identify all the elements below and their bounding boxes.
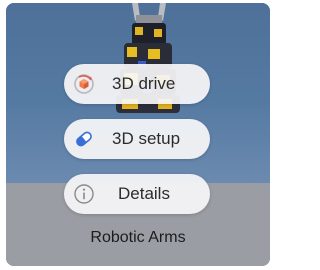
3d-drive-icon [70,70,98,98]
details-label: Details [118,184,170,203]
3d-setup-icon [70,125,98,153]
info-icon [70,180,98,208]
3d-setup-label: 3D setup [112,129,181,148]
3d-setup-button[interactable]: 3D setup [64,119,210,159]
3d-drive-label: 3D drive [112,74,176,93]
context-menu: 3D drive 3D setup Details [0,0,320,270]
3d-drive-button[interactable]: 3D drive [64,64,210,104]
details-button[interactable]: Details [64,174,210,214]
